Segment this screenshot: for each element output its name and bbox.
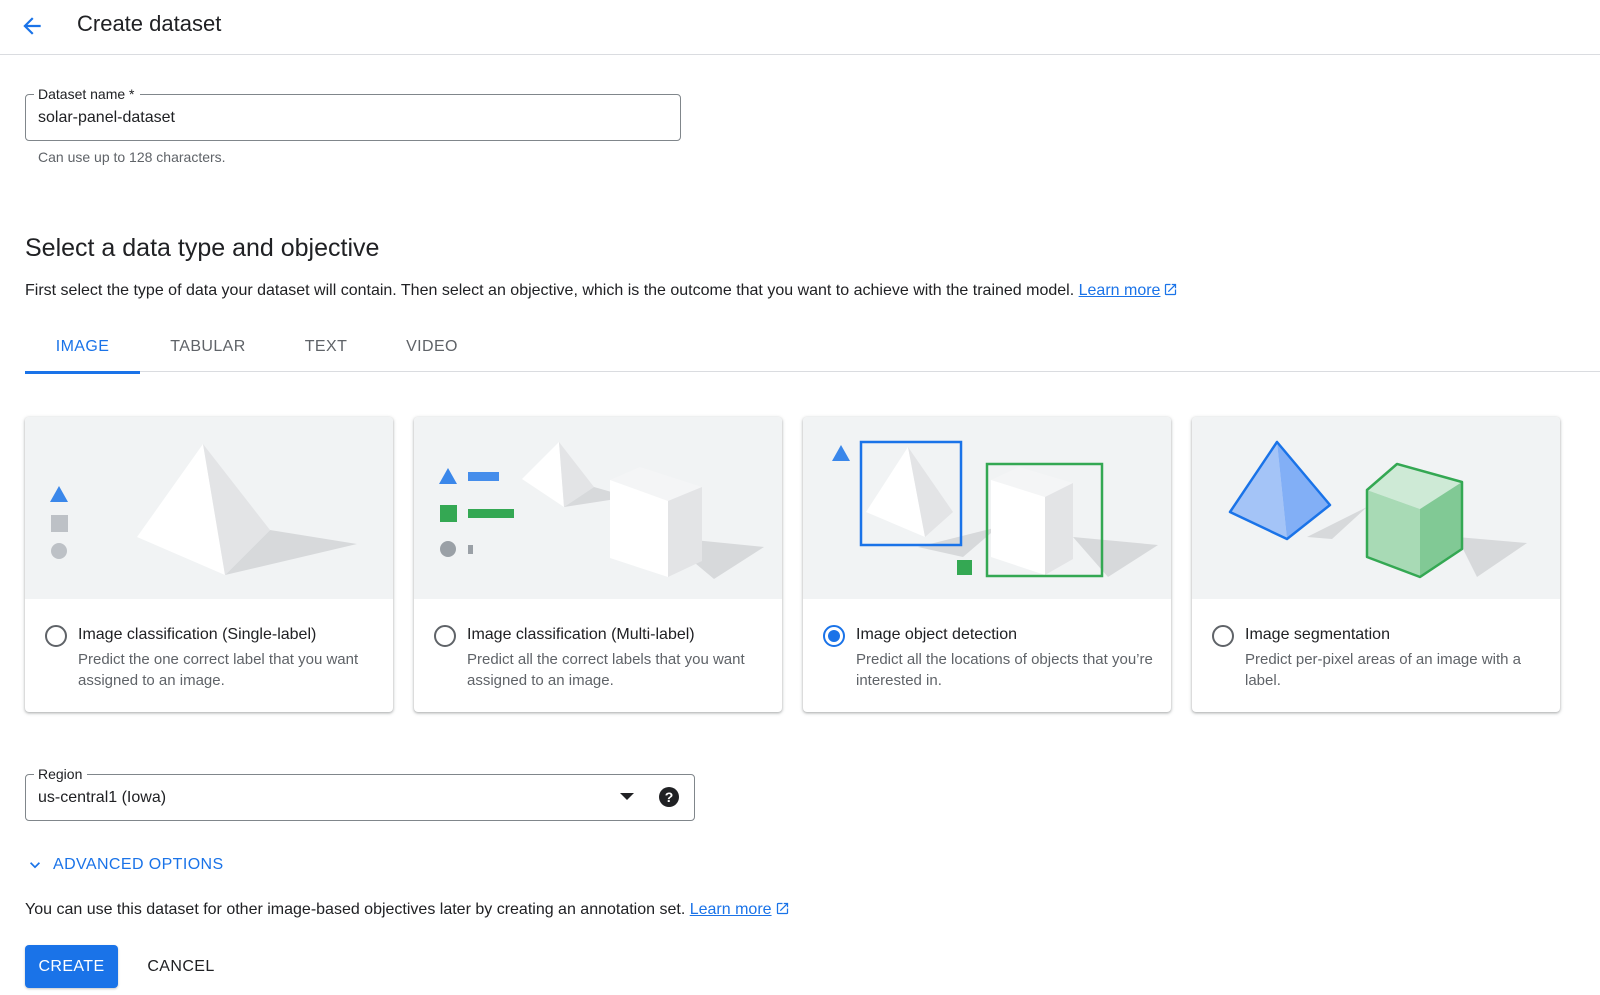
dataset-name-helper: Can use up to 128 characters. bbox=[38, 149, 226, 165]
segmentation-radio[interactable] bbox=[1212, 625, 1234, 647]
segmentation-title: Image segmentation bbox=[1245, 626, 1390, 643]
arrow-back-icon bbox=[23, 17, 41, 35]
top-app-bar: Create dataset bbox=[0, 0, 1600, 55]
object-detection-body: Image object detection Predict all the l… bbox=[803, 599, 1171, 712]
advanced-options-label: ADVANCED OPTIONS bbox=[53, 856, 224, 873]
single-label-title: Image classification (Single-label) bbox=[78, 626, 317, 643]
external-link-icon bbox=[1165, 283, 1177, 296]
dataset-name-input[interactable]: solar-panel-dataset bbox=[38, 108, 175, 128]
triangle-icon bbox=[439, 468, 457, 484]
circle-icon bbox=[51, 543, 67, 559]
footer-note: You can use this dataset for other image… bbox=[25, 899, 790, 921]
dataset-name-label: Dataset name * bbox=[34, 85, 140, 103]
tab-text[interactable]: TEXT bbox=[276, 322, 376, 372]
label-bar-gray bbox=[468, 545, 473, 554]
section-description-text: First select the type of data your datas… bbox=[25, 282, 1075, 299]
learn-more-link[interactable]: Learn more bbox=[1079, 282, 1161, 299]
object-detection-description: Predict all the locations of objects tha… bbox=[856, 651, 1153, 689]
dataset-name-field[interactable]: Dataset name * solar-panel-dataset bbox=[25, 85, 681, 141]
segmentation-illustration-svg bbox=[1228, 440, 1527, 579]
region-value[interactable]: us-central1 (Iowa) bbox=[38, 788, 166, 808]
objective-card-single-label[interactable]: Image classification (Single-label) Pred… bbox=[25, 417, 393, 712]
cube-shadow bbox=[1073, 537, 1158, 577]
single-label-radio[interactable] bbox=[45, 625, 67, 647]
object-detection-title: Image object detection bbox=[856, 626, 1017, 643]
segmentation-description: Predict per-pixel areas of an image with… bbox=[1245, 651, 1521, 689]
multi-label-illustration bbox=[414, 417, 782, 599]
objective-card-object-detection[interactable]: Image object detection Predict all the l… bbox=[803, 417, 1171, 712]
multi-label-body: Image classification (Multi-label) Predi… bbox=[414, 599, 782, 712]
object-detection-radio[interactable] bbox=[823, 625, 845, 647]
multi-label-title: Image classification (Multi-label) bbox=[467, 626, 695, 643]
segmentation-illustration bbox=[1192, 417, 1560, 599]
objective-card-segmentation[interactable]: Image segmentation Predict per-pixel are… bbox=[1192, 417, 1560, 712]
pyramid-left-face bbox=[522, 442, 564, 507]
footer-note-text: You can use this dataset for other image… bbox=[25, 901, 686, 918]
page-title: Create dataset bbox=[77, 11, 222, 36]
triangle-icon bbox=[832, 445, 850, 461]
region-select[interactable]: Region us-central1 (Iowa) ? bbox=[25, 765, 695, 821]
label-bar-green bbox=[468, 509, 514, 518]
single-label-illustration bbox=[25, 417, 393, 599]
single-label-description: Predict the one correct label that you w… bbox=[78, 651, 359, 689]
chevron-down-icon bbox=[30, 862, 40, 869]
objective-card-multi-label[interactable]: Image classification (Multi-label) Predi… bbox=[414, 417, 782, 712]
multi-label-illustration-svg bbox=[439, 442, 764, 579]
back-button[interactable] bbox=[14, 8, 50, 44]
footer-learn-more-link[interactable]: Learn more bbox=[690, 901, 772, 918]
label-bar-blue bbox=[468, 472, 499, 481]
tab-tabular[interactable]: TABULAR bbox=[140, 322, 276, 372]
tab-image[interactable]: IMAGE bbox=[25, 322, 140, 374]
cancel-button[interactable]: CANCEL bbox=[136, 945, 226, 988]
square-icon bbox=[440, 505, 457, 522]
help-icon[interactable]: ? bbox=[659, 787, 679, 807]
single-label-illustration-svg bbox=[50, 444, 357, 575]
data-type-tabs: IMAGE TABULAR TEXT VIDEO bbox=[25, 322, 488, 374]
cube-side bbox=[1045, 483, 1073, 575]
advanced-options-toggle[interactable]: ADVANCED OPTIONS bbox=[25, 855, 224, 875]
objective-cards: Image classification (Single-label) Pred… bbox=[25, 417, 1560, 712]
single-label-body: Image classification (Single-label) Pred… bbox=[25, 599, 393, 712]
triangle-icon bbox=[50, 486, 68, 502]
square-icon bbox=[957, 560, 972, 575]
create-button[interactable]: CREATE bbox=[25, 945, 118, 988]
multi-label-description: Predict all the correct labels that you … bbox=[467, 651, 745, 689]
section-title: Select a data type and objective bbox=[25, 234, 380, 262]
square-icon bbox=[51, 515, 68, 532]
dropdown-arrow-icon[interactable] bbox=[620, 793, 634, 800]
region-label: Region bbox=[34, 765, 88, 783]
section-description: First select the type of data your datas… bbox=[25, 280, 1178, 302]
segmentation-body: Image segmentation Predict per-pixel are… bbox=[1192, 599, 1560, 712]
tab-video[interactable]: VIDEO bbox=[376, 322, 488, 372]
circle-icon bbox=[440, 541, 456, 557]
multi-label-radio[interactable] bbox=[434, 625, 456, 647]
object-detection-illustration-svg bbox=[832, 440, 1158, 578]
external-link-icon bbox=[776, 902, 788, 915]
object-detection-illustration bbox=[803, 417, 1171, 599]
cube-shadow bbox=[1457, 537, 1527, 577]
